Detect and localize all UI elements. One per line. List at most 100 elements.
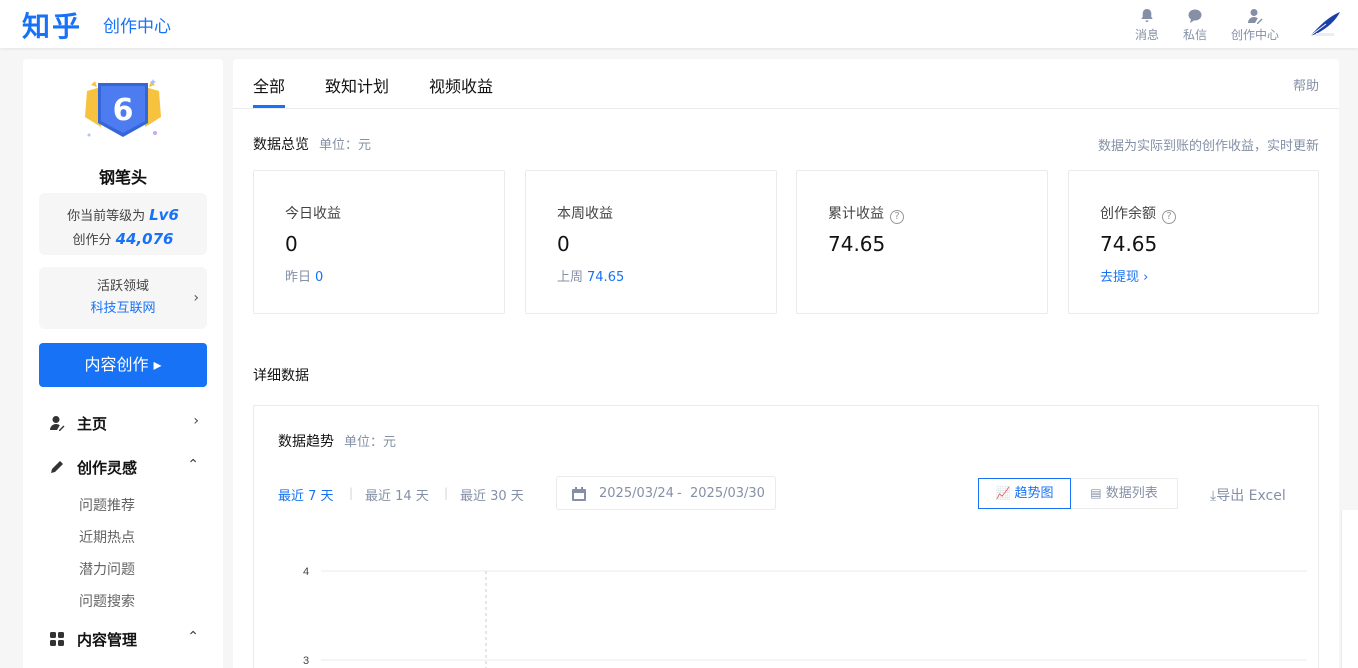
y-tick-label: 3 [303, 655, 309, 667]
nav-sub-potential-questions[interactable]: 潜力问题 [79, 559, 135, 579]
date-range-picker[interactable]: 2025/03/24 - 2025/03/30 [556, 476, 776, 510]
zhihu-logo[interactable]: 知乎 [22, 5, 82, 45]
trend-unit: 单位：元 [344, 435, 397, 450]
feather-logo-icon[interactable] [1306, 8, 1342, 40]
level-value: Lv6 [149, 206, 179, 224]
level-line: 你当前等级为 Lv6 [39, 204, 207, 228]
score-text: 创作分 [72, 233, 112, 248]
nav-home[interactable]: 主页 › [23, 407, 223, 439]
card-sub-label: 上周 [557, 270, 584, 285]
date-separator: - [677, 486, 682, 501]
card-sub-value: 74.65 [587, 270, 625, 285]
user-icon [50, 416, 65, 431]
card-balance: 创作余额? 74.65 去提现 › [1068, 170, 1319, 314]
score-value: 44,076 [115, 230, 174, 248]
range-divider: | [444, 486, 449, 500]
chevron-right-icon: › [193, 290, 199, 306]
level-text: 你当前等级为 [67, 209, 146, 224]
overview-title-text: 数据总览 [253, 137, 309, 153]
header-private-messages[interactable]: 私信 [1167, 8, 1223, 43]
content-create-button[interactable]: 内容创作 ▸ [39, 343, 207, 387]
card-sub-label: 昨日 [285, 270, 312, 285]
card-title-text: 累计收益 [828, 206, 884, 222]
date-start: 2025/03/24 [599, 486, 674, 501]
badge-number: 6 [112, 93, 134, 128]
card-value: 74.65 [828, 232, 886, 256]
tab-zhizhi-plan[interactable]: 致知计划 [325, 73, 389, 97]
right-edge-panel [1341, 510, 1358, 668]
help-link[interactable]: 帮助 [1293, 75, 1319, 94]
chevron-up-icon: ⌃ [187, 457, 199, 473]
nav-sub-recent-hot[interactable]: 近期热点 [79, 527, 135, 547]
overview-title: 数据总览 单位：元 [253, 134, 371, 154]
overview-unit: 单位：元 [319, 138, 372, 153]
chevron-right-icon: › [193, 413, 199, 429]
left-sidebar: 6 钢笔头 你当前等级为 Lv6 创作分 44,076 活跃领域 科技互联网 › 内… [23, 59, 223, 668]
card-sub: 上周 74.65 [557, 266, 624, 285]
date-end: 2025/03/30 [690, 486, 765, 501]
grid-icon [50, 632, 64, 646]
domain-value: 科技互联网 [90, 301, 156, 316]
trend-title: 数据趋势 单位：元 [278, 431, 396, 451]
bell-icon [1141, 9, 1153, 22]
top-bar: 知乎 创作中心 消息 私信 创作中心 [0, 0, 1358, 48]
card-title: 累计收益? [828, 203, 904, 224]
nav-content-management-label: 内容管理 [77, 631, 138, 649]
chevron-up-icon: ⌃ [187, 629, 199, 645]
card-total-revenue: 累计收益? 74.65 [796, 170, 1048, 314]
tab-all[interactable]: 全部 [253, 73, 286, 108]
help-circle-icon[interactable]: ? [1162, 210, 1176, 224]
y-tick-label: 4 [303, 566, 309, 578]
card-title: 创作余额? [1100, 203, 1176, 224]
trend-chart: 4 3 [303, 566, 1307, 668]
view-data-list-button[interactable]: ▤ 数据列表 [1071, 478, 1178, 509]
active-domain-box[interactable]: 活跃领域 科技互联网 › [39, 267, 207, 329]
overview-note: 数据为实际到账的创作收益，实时更新 [1097, 139, 1319, 154]
nav-content-management[interactable]: 内容管理 ⌃ [23, 623, 223, 655]
domain-label: 活跃领域 [96, 279, 149, 294]
card-value: 0 [285, 232, 298, 256]
main-panel: 全部 致知计划 视频收益 帮助 数据总览 单位：元 数据为实际到账的创作收益，实时… [233, 59, 1339, 668]
view-trend-chart-button[interactable]: 📈 趋势图 [978, 478, 1071, 509]
nav-inspiration[interactable]: 创作灵感 ⌃ [23, 451, 223, 483]
help-circle-icon[interactable]: ? [890, 210, 904, 224]
tab-video-revenue[interactable]: 视频收益 [429, 73, 493, 97]
header-messages-label: 消息 [1134, 28, 1159, 42]
withdraw-link[interactable]: 去提现 › [1100, 266, 1148, 285]
card-sub: 昨日 0 [285, 266, 323, 285]
header-creator-center-label: 创作中心 [1230, 28, 1279, 42]
card-title: 本周收益 [557, 206, 613, 222]
creator-icon [1248, 9, 1263, 24]
detail-title: 详细数据 [253, 368, 309, 384]
range-7-days[interactable]: 最近 7 天 [278, 485, 334, 504]
nav-inspiration-label: 创作灵感 [77, 459, 138, 477]
nav-home-label: 主页 [77, 415, 108, 433]
header-creator-center[interactable]: 创作中心 [1227, 8, 1283, 43]
chat-icon [1188, 9, 1202, 23]
card-title-text: 创作余额 [1100, 206, 1156, 222]
card-value: 0 [557, 232, 570, 256]
card-today-revenue: 今日收益 0 昨日 0 [253, 170, 505, 314]
view-data-list-label: 数据列表 [1105, 486, 1158, 501]
calendar-icon [572, 487, 586, 501]
card-week-revenue: 本周收益 0 上周 74.65 [525, 170, 777, 314]
card-title: 今日收益 [285, 206, 341, 222]
pen-icon [51, 461, 63, 473]
header-private-messages-label: 私信 [1182, 28, 1207, 42]
card-sub-value: 0 [315, 270, 324, 285]
export-excel-label: 导出 Excel [1216, 488, 1286, 504]
nav-sub-question-recommend[interactable]: 问题推荐 [79, 495, 135, 515]
level-info-box: 你当前等级为 Lv6 创作分 44,076 [39, 193, 207, 255]
creator-center-title[interactable]: 创作中心 [103, 12, 171, 37]
range-divider: | [349, 486, 354, 500]
range-30-days[interactable]: 最近 30 天 [460, 485, 524, 504]
trend-title-text: 数据趋势 [278, 434, 334, 450]
score-line: 创作分 44,076 [39, 228, 207, 252]
export-excel-button[interactable]: ⤓导出 Excel [1210, 485, 1286, 505]
table-icon: ▤ [1090, 486, 1102, 500]
view-trend-chart-label: 趋势图 [1014, 486, 1054, 501]
nav-sub-question-search[interactable]: 问题搜索 [79, 591, 135, 611]
tab-bar: 全部 致知计划 视频收益 帮助 [233, 59, 1339, 109]
range-14-days[interactable]: 最近 14 天 [365, 485, 429, 504]
chart-icon: 📈 [995, 486, 1011, 500]
